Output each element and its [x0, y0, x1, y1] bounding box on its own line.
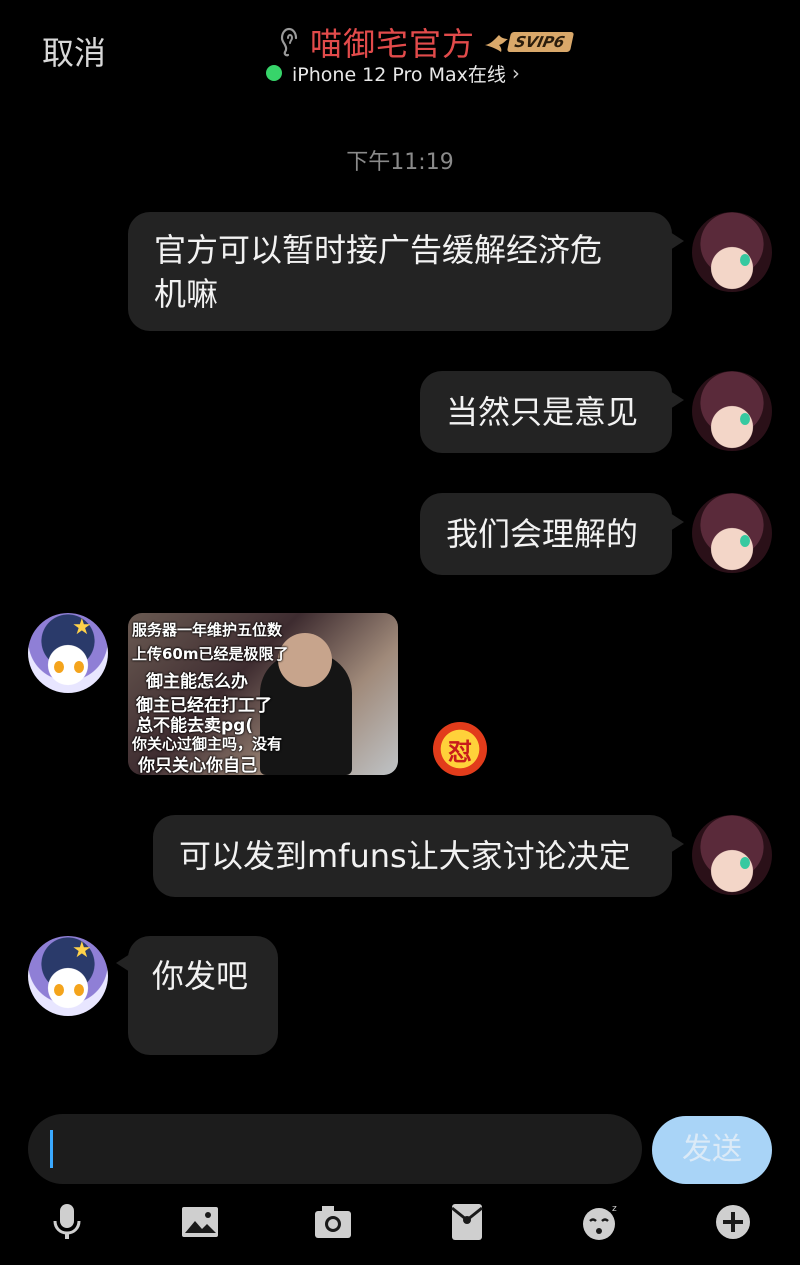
bubble-tail — [670, 513, 684, 531]
self-avatar[interactable] — [692, 371, 772, 451]
bubble-tail — [670, 391, 684, 409]
angry-sticker-icon[interactable]: 怼 — [433, 722, 487, 776]
microphone-icon[interactable] — [47, 1202, 87, 1242]
bubble-tail — [670, 232, 684, 250]
message-text-line: 你发吧 — [152, 957, 249, 995]
message-bubble[interactable]: 官方可以暂时接广告缓解经济危 机嘛 — [128, 212, 672, 331]
self-avatar[interactable] — [692, 815, 772, 895]
title-row[interactable]: 喵御宅官方 SVIP6 — [278, 20, 575, 64]
image-caption-line: 服务器一年维护五位数 — [132, 621, 283, 639]
message-bubble[interactable]: 你发吧 — [128, 936, 278, 1055]
camera-icon[interactable] — [313, 1202, 353, 1242]
device-status-text: iPhone 12 Pro Max在线 — [292, 63, 506, 86]
ear-icon — [280, 27, 298, 57]
bubble-tail — [670, 835, 684, 853]
dragon-icon — [485, 35, 509, 52]
message-text-line: 官方可以暂时接广告缓解经济危 — [154, 231, 603, 269]
official-avatar[interactable]: ★ — [28, 936, 108, 1016]
star-icon: ★ — [72, 938, 92, 963]
chevron-right-icon: › — [511, 61, 520, 85]
image-message[interactable]: 服务器一年维护五位数 上传60m已经是极限了 御主能怎么办 御主已经在打工了 总… — [128, 613, 398, 775]
message-bubble[interactable]: 当然只是意见 — [420, 371, 672, 453]
message-text-line: 可以发到mfuns让大家讨论决定 — [179, 837, 631, 875]
image-caption-line: 上传60m已经是极限了 — [132, 645, 289, 663]
emoji-icon[interactable]: z — [580, 1202, 620, 1242]
image-icon[interactable] — [180, 1202, 220, 1242]
image-caption-line: 御主能怎么办 — [146, 672, 248, 692]
svg-text:z: z — [612, 1204, 617, 1214]
plus-icon[interactable] — [713, 1202, 753, 1242]
svip-badge: SVIP6 — [483, 31, 575, 53]
text-caret — [50, 1130, 53, 1168]
message-text-line: 机嘛 — [154, 275, 219, 313]
message-text-line: 我们会理解的 — [446, 515, 639, 553]
self-avatar[interactable] — [692, 493, 772, 573]
input-toolbar: z — [0, 1196, 800, 1256]
red-packet-icon[interactable] — [447, 1202, 487, 1242]
send-button[interactable]: 发送 — [652, 1116, 772, 1184]
message-timestamp: 下午11:19 — [346, 150, 454, 175]
star-icon: ★ — [72, 615, 92, 640]
chat-title: 喵御宅官方 — [310, 25, 476, 63]
official-avatar[interactable]: ★ — [28, 613, 108, 693]
chat-header: 取消 喵御宅官方 SVIP6 iPhone 12 Pro Max在线 › — [0, 0, 800, 110]
online-status[interactable]: iPhone 12 Pro Max在线 › — [266, 60, 520, 86]
online-dot-icon — [266, 65, 282, 81]
message-bubble[interactable]: 我们会理解的 — [420, 493, 672, 575]
cancel-button[interactable]: 取消 — [42, 28, 106, 74]
message-input[interactable] — [28, 1114, 642, 1184]
self-avatar[interactable] — [692, 212, 772, 292]
message-bubble[interactable]: 可以发到mfuns让大家讨论决定 — [153, 815, 672, 897]
image-caption-line: 你只关心你自己 — [138, 756, 257, 775]
message-text-line: 当然只是意见 — [446, 393, 639, 431]
